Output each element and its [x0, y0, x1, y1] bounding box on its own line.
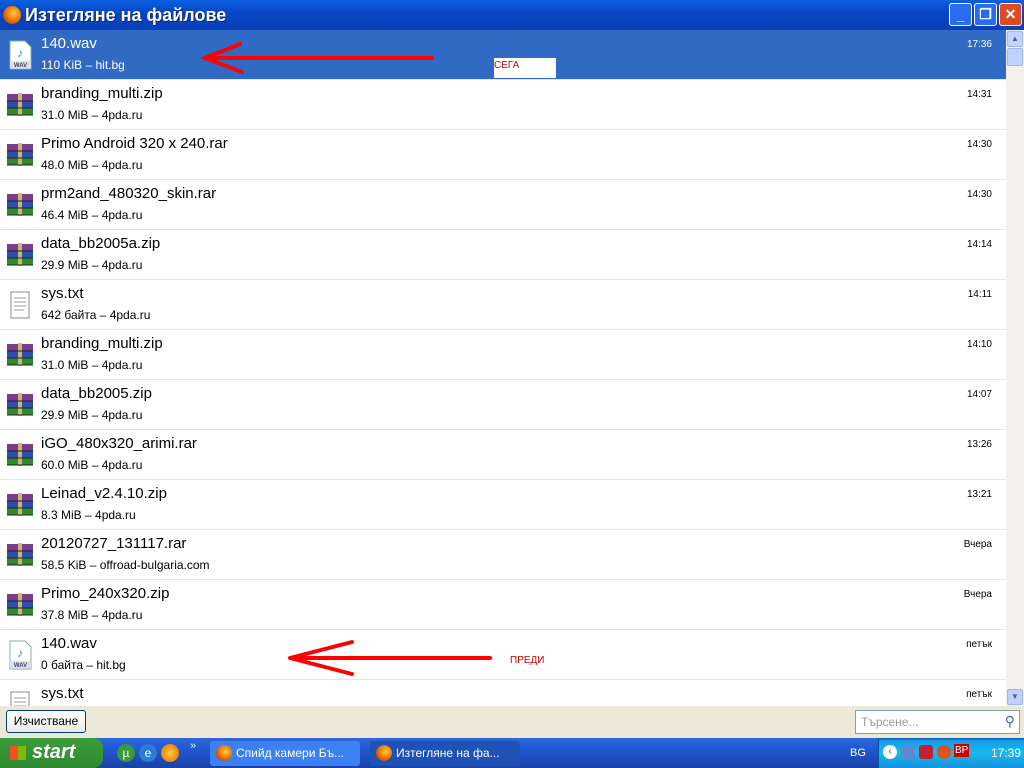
red-arrow-before: [288, 640, 492, 676]
security-shield-icon[interactable]: [919, 745, 933, 759]
antivirus-icon[interactable]: [937, 745, 951, 759]
tray-expand-icon[interactable]: ‹: [883, 745, 897, 759]
task-downloads[interactable]: Изтегляне на фа...: [370, 741, 520, 766]
task-label: Изтегляне на фа...: [396, 746, 500, 760]
task-label: Спийд камери Бъ...: [236, 746, 345, 760]
bottom-bar: Изчистване Търсене... ⚲: [0, 706, 1024, 738]
firefox-icon: [216, 745, 232, 761]
tray-badge[interactable]: BP: [954, 744, 970, 757]
clock: 17:39: [991, 746, 1022, 760]
start-label: start: [32, 741, 76, 763]
network-icon[interactable]: [901, 745, 915, 759]
search-placeholder: Търсене...: [861, 715, 919, 729]
annotation-arrows: [199, 42, 492, 676]
system-tray: ‹ BP 17:39: [878, 738, 1024, 768]
internet-explorer-icon[interactable]: e: [139, 744, 157, 762]
quicklaunch-chevron-icon[interactable]: »: [190, 740, 196, 752]
search-icon[interactable]: ⚲: [1005, 713, 1015, 730]
windows-logo-icon: [10, 746, 26, 760]
firefox-icon: [376, 745, 392, 761]
utorrent-icon[interactable]: µ: [117, 744, 135, 762]
search-input[interactable]: Търсене... ⚲: [855, 710, 1020, 734]
taskbar: start µ e » Спийд камери Бъ... Изтегляне…: [0, 738, 1024, 768]
red-arrow-now: [199, 42, 434, 74]
annotation-before: ПРЕДИ: [510, 655, 545, 666]
firefox-quicklaunch-icon[interactable]: [161, 744, 179, 762]
language-indicator[interactable]: BG: [850, 747, 866, 759]
start-button[interactable]: start: [0, 738, 103, 768]
annotation-now: СЕГА: [494, 58, 556, 78]
clear-list-button[interactable]: Изчистване: [6, 710, 86, 733]
task-speed-cameras[interactable]: Спийд камери Бъ...: [210, 741, 360, 766]
